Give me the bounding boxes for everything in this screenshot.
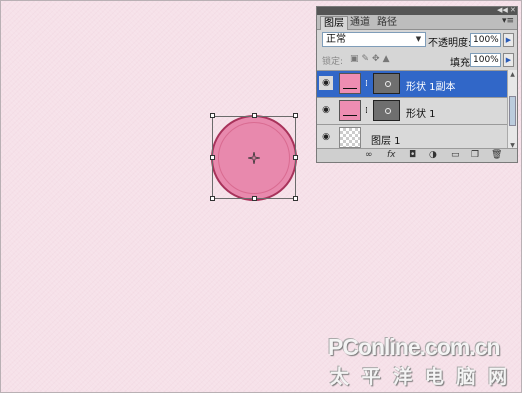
- add-mask-icon[interactable]: ◘: [409, 150, 416, 161]
- fill-value: 100%: [473, 55, 499, 65]
- chain-link-icon[interactable]: ⁞: [365, 79, 368, 89]
- panel-toolbar: ∞ fx ◘ ◑ ▭ ❐ 🗑: [317, 148, 517, 162]
- transform-center-icon[interactable]: [248, 152, 260, 164]
- new-group-icon[interactable]: ▭: [451, 150, 460, 161]
- watermark-subtitle: 太 平 洋 电 脑 网: [330, 366, 511, 388]
- tab-layers[interactable]: 图层: [320, 16, 348, 30]
- new-layer-icon[interactable]: ❐: [471, 150, 479, 161]
- transform-handle-bottom-right[interactable]: [293, 196, 298, 201]
- layers-panel: ◀◀ ✕ 图层 通道 路径 ▾≡ 正常 ▼ 不透明度: 100% ▶ 锁定: ▣…: [316, 6, 518, 163]
- layer-name: 形状 1副本: [406, 82, 456, 93]
- layers-scrollbar[interactable]: ▲ ▼: [507, 70, 517, 150]
- watermark-logo: PConline.com.cn: [328, 334, 501, 360]
- lock-icons[interactable]: ▣✎✥▲: [350, 54, 393, 64]
- eye-icon[interactable]: ◉: [319, 130, 333, 144]
- collapse-icon[interactable]: ◀◀: [497, 6, 508, 15]
- opacity-value: 100%: [473, 35, 499, 45]
- layer-row[interactable]: ◉ ⁞ 形状 1: [317, 97, 507, 124]
- trash-icon[interactable]: 🗑: [491, 150, 502, 161]
- link-layers-icon[interactable]: ∞: [365, 150, 373, 161]
- chevron-down-icon[interactable]: ▼: [413, 34, 424, 45]
- scroll-thumb[interactable]: [509, 96, 516, 126]
- blend-mode-value: 正常: [326, 34, 346, 45]
- layer-name: 形状 1: [406, 109, 436, 120]
- layer-thumbnail: [339, 100, 361, 121]
- layer-thumbnail: [339, 127, 361, 148]
- transform-handle-top[interactable]: [252, 113, 257, 118]
- vector-mask-thumbnail[interactable]: [373, 100, 400, 121]
- opacity-input[interactable]: 100%: [470, 33, 501, 47]
- chain-link-icon[interactable]: ⁞: [365, 106, 368, 116]
- panel-menu-icon[interactable]: ▾≡: [502, 16, 514, 26]
- fill-input[interactable]: 100%: [470, 53, 501, 67]
- transform-handle-top-left[interactable]: [210, 113, 215, 118]
- transform-handle-left[interactable]: [210, 155, 215, 160]
- layer-thumbnail: [339, 73, 361, 94]
- transform-handle-top-right[interactable]: [293, 113, 298, 118]
- opacity-slider-arrow-icon[interactable]: ▶: [503, 33, 514, 47]
- transform-handle-right[interactable]: [293, 155, 298, 160]
- opacity-label: 不透明度:: [428, 38, 472, 49]
- layer-name: 图层 1: [371, 136, 401, 147]
- transform-handle-bottom-left[interactable]: [210, 196, 215, 201]
- adjustment-layer-icon[interactable]: ◑: [429, 150, 437, 161]
- fill-slider-arrow-icon[interactable]: ▶: [503, 53, 514, 67]
- close-icon[interactable]: ✕: [510, 6, 516, 15]
- vector-mask-thumbnail[interactable]: [373, 73, 400, 94]
- scroll-up-icon[interactable]: ▲: [508, 70, 517, 79]
- blend-mode-select[interactable]: 正常 ▼: [322, 32, 426, 47]
- layer-row[interactable]: ◉ ⁞ 形状 1副本: [317, 70, 507, 97]
- tab-paths[interactable]: 路径: [374, 16, 400, 29]
- transform-handle-bottom[interactable]: [252, 196, 257, 201]
- eye-icon[interactable]: ◉: [319, 76, 333, 90]
- panel-title-bar[interactable]: ◀◀ ✕: [317, 6, 517, 15]
- layer-row[interactable]: ◉ 图层 1: [317, 124, 507, 149]
- eye-icon[interactable]: ◉: [319, 103, 333, 117]
- lock-label: 锁定:: [322, 57, 344, 67]
- fx-icon[interactable]: fx: [387, 150, 396, 161]
- tab-channels[interactable]: 通道: [347, 16, 373, 29]
- panel-tabs: 图层 通道 路径 ▾≡: [317, 15, 517, 30]
